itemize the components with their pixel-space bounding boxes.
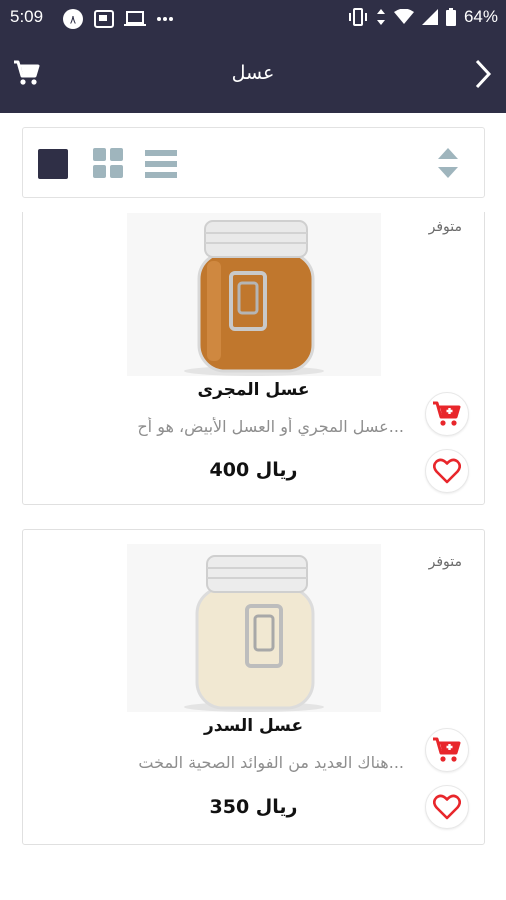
status-bar: 5:09 ٨ 64% — [0, 0, 506, 36]
add-to-cart-button[interactable] — [425, 728, 469, 772]
view-toolbar — [22, 127, 485, 198]
app-bar: عسل — [0, 36, 506, 113]
add-to-cart-button[interactable] — [425, 392, 469, 436]
availability-label: متوفر — [428, 219, 462, 235]
sort-arrows-icon — [438, 148, 458, 178]
sort-button[interactable] — [437, 147, 459, 183]
favorite-button[interactable] — [425, 449, 469, 493]
vibrate-icon — [348, 8, 367, 26]
product-name: عسل السدر — [203, 716, 304, 736]
chevron-right-icon — [475, 59, 492, 89]
list-view-button[interactable] — [145, 150, 177, 182]
status-time: 5:09 — [10, 7, 44, 26]
back-button[interactable] — [474, 58, 492, 94]
product-image — [127, 544, 381, 712]
heart-icon — [433, 458, 461, 484]
product-image — [127, 213, 381, 376]
grid-view-button[interactable] — [93, 148, 123, 182]
availability-label: متوفر — [428, 554, 462, 570]
square-view-icon — [38, 149, 68, 179]
honey-jar-image — [127, 213, 381, 376]
favorite-button[interactable] — [425, 785, 469, 829]
laptop-icon — [124, 11, 146, 26]
product-list: متوفر عسل المجرى عسل المجري أو العسل الأ… — [0, 212, 506, 900]
svg-text:٨: ٨ — [70, 13, 77, 27]
product-card[interactable]: متوفر عسل المجرى عسل المجري أو العسل الأ… — [22, 212, 485, 505]
list-view-icon — [145, 150, 177, 178]
single-view-button[interactable] — [37, 148, 69, 184]
sim-card-icon — [94, 10, 114, 28]
cell-signal-icon — [421, 9, 438, 25]
product-price: 400 ريال — [209, 459, 298, 481]
battery-icon — [445, 8, 456, 26]
product-name: عسل المجرى — [197, 380, 310, 400]
more-dots-icon — [157, 17, 173, 21]
battery-percent: 64% — [463, 7, 498, 26]
grid-view-icon — [93, 148, 123, 178]
heart-icon — [433, 794, 461, 820]
wifi-icon — [393, 9, 414, 24]
product-price: 350 ريال — [209, 796, 298, 818]
add-cart-icon — [433, 401, 461, 426]
data-arrows-icon — [376, 9, 385, 25]
system-status: 64% — [348, 7, 498, 27]
honey-jar-image — [127, 544, 381, 712]
product-description: هناك العديد من الفوائد الصحية المخت... — [138, 753, 404, 772]
product-description: عسل المجري أو العسل الأبيض، هو أح... — [137, 417, 404, 436]
page-title: عسل — [231, 62, 275, 84]
add-cart-icon — [433, 737, 461, 762]
notification-icons: ٨ — [62, 8, 174, 30]
product-card[interactable]: متوفر عسل السدر هناك العديد من الفوائد ا… — [22, 529, 485, 845]
notification-app-icon: ٨ — [63, 9, 83, 29]
